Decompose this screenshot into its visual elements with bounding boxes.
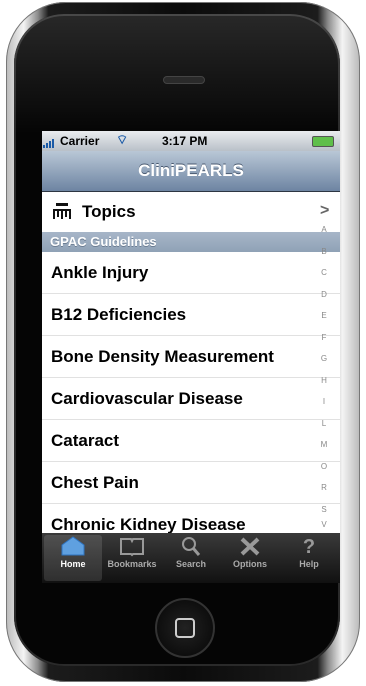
list-item[interactable]: Ankle Injury bbox=[42, 252, 340, 294]
index-letter[interactable]: D bbox=[314, 284, 334, 306]
list-item-label: Cataract bbox=[51, 431, 120, 450]
home-icon bbox=[44, 535, 102, 559]
index-letter[interactable]: B bbox=[314, 241, 334, 263]
list-item[interactable]: B12 Deficiencies bbox=[42, 294, 340, 336]
list-item-label: Cardiovascular Disease bbox=[51, 389, 243, 408]
signal-icon bbox=[43, 139, 54, 148]
index-letter[interactable]: I bbox=[314, 391, 334, 413]
list-item[interactable]: Chest Pain bbox=[42, 462, 340, 504]
book-icon bbox=[103, 535, 161, 559]
list-item-label: Chronic Kidney Disease bbox=[51, 515, 246, 534]
index-letter[interactable]: A bbox=[314, 219, 334, 241]
tools-icon bbox=[221, 535, 279, 559]
index-letter[interactable]: M bbox=[314, 434, 334, 456]
index-letter[interactable]: S bbox=[314, 499, 334, 521]
index-letter[interactable]: G bbox=[314, 348, 334, 370]
tab-options[interactable]: Options bbox=[221, 535, 279, 581]
list-item-label: B12 Deficiencies bbox=[51, 305, 187, 324]
tab-home[interactable]: Home bbox=[44, 535, 102, 581]
tab-search[interactable]: Search bbox=[162, 535, 220, 581]
list-item-label: Chest Pain bbox=[51, 473, 139, 492]
section-header: GPAC Guidelines bbox=[42, 232, 340, 252]
index-letter[interactable]: H bbox=[314, 370, 334, 392]
index-letter[interactable]: C bbox=[314, 262, 334, 284]
index-letter[interactable]: V bbox=[314, 520, 334, 529]
guidelines-list: Ankle Injury B12 Deficiencies Bone Densi… bbox=[42, 252, 340, 546]
list-item-label: Ankle Injury bbox=[51, 263, 149, 282]
battery-icon bbox=[312, 136, 334, 147]
section-title: GPAC Guidelines bbox=[50, 234, 157, 249]
tab-label: Bookmarks bbox=[107, 559, 157, 569]
index-letter[interactable]: L bbox=[314, 413, 334, 435]
topics-row[interactable]: Topics > bbox=[42, 192, 340, 233]
index-letter[interactable]: E bbox=[314, 305, 334, 327]
list-item[interactable]: Cataract bbox=[42, 420, 340, 462]
search-icon bbox=[162, 535, 220, 559]
index-letter[interactable]: R bbox=[314, 477, 334, 499]
clock: 3:17 PM bbox=[162, 134, 208, 148]
status-bar: Carrier ⌔ 3:17 PM bbox=[42, 131, 340, 151]
list-item[interactable]: Cardiovascular Disease bbox=[42, 378, 340, 420]
tab-label: Help bbox=[299, 559, 319, 569]
tab-help[interactable]: ? Help bbox=[280, 535, 338, 581]
home-button-icon bbox=[175, 618, 195, 638]
tab-bar: Home Bookmarks Search Options ? Help bbox=[42, 533, 340, 583]
home-button[interactable] bbox=[155, 598, 215, 658]
list-item[interactable]: Bone Density Measurement bbox=[42, 336, 340, 378]
index-letter[interactable]: F bbox=[314, 327, 334, 349]
carrier-label: Carrier bbox=[60, 134, 100, 148]
topics-label: Topics bbox=[82, 202, 136, 221]
index-letter[interactable]: O bbox=[314, 456, 334, 478]
app-screen: Carrier ⌔ 3:17 PM CliniPEARLS Topics > G… bbox=[42, 131, 340, 583]
list-item-label: Bone Density Measurement bbox=[51, 347, 274, 366]
wifi-icon: ⌔ bbox=[116, 132, 129, 147]
section-index[interactable]: A B C D E F G H I L M O R S bbox=[314, 219, 334, 529]
navigation-bar: CliniPEARLS bbox=[42, 151, 340, 192]
chevron-right-icon: > bbox=[320, 202, 330, 219]
tab-bookmarks[interactable]: Bookmarks bbox=[103, 535, 161, 581]
earpiece-speaker bbox=[163, 76, 205, 84]
hierarchy-icon bbox=[53, 203, 71, 219]
question-icon: ? bbox=[302, 536, 316, 558]
page-title: CliniPEARLS bbox=[138, 161, 244, 180]
tab-label: Search bbox=[175, 559, 207, 569]
tab-label: Home bbox=[60, 559, 86, 569]
tab-label: Options bbox=[233, 559, 267, 569]
